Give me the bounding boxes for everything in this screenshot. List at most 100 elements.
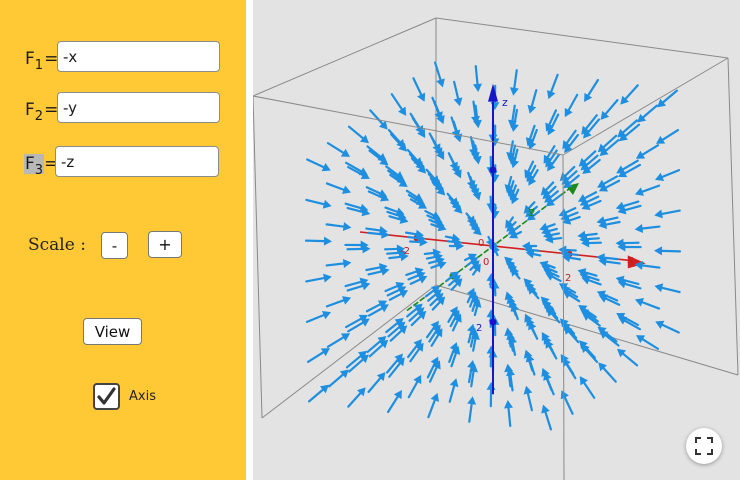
field-arrow (655, 128, 680, 144)
scale-decrease-button[interactable]: - (101, 232, 128, 259)
field-arrow (306, 348, 331, 364)
field-arrow (325, 259, 352, 268)
field-arrow (560, 354, 575, 376)
field-arrow (467, 396, 477, 423)
view-button[interactable]: View (83, 318, 142, 345)
field-arrow (654, 209, 681, 219)
field-arrow (447, 152, 458, 171)
bounding-box-front (253, 57, 739, 480)
field-arrow (406, 148, 423, 167)
field-arrow (579, 376, 596, 399)
field-arrow (540, 181, 555, 196)
y-tick-2: 2 (529, 208, 535, 219)
field-arrow (657, 89, 679, 108)
field-arrow (635, 335, 660, 350)
field-arrow (466, 171, 476, 190)
field-arrow (386, 390, 402, 414)
graphics-3d-view[interactable]: x y z 0 0 2 -2 2 2 (253, 0, 740, 480)
field-arrow (654, 168, 681, 182)
f2-label: F2= (25, 100, 59, 124)
z-axis-arrowhead (488, 83, 498, 102)
field-arrow (635, 144, 660, 159)
field-arrow (634, 298, 661, 310)
f1-input[interactable] (57, 41, 220, 72)
scale-label: Scale : (28, 235, 86, 255)
axis-checkbox[interactable] (93, 383, 120, 410)
field-arrow (541, 367, 553, 392)
field-arrow (634, 184, 661, 196)
x-tick-2: 2 (565, 273, 571, 284)
panel-divider (246, 0, 253, 480)
field-arrow (600, 99, 619, 120)
field-arrow (523, 385, 533, 412)
field-arrow (306, 158, 331, 172)
scale-increase-button[interactable]: + (148, 231, 182, 258)
field-arrow (347, 125, 370, 144)
field-arrow (325, 182, 352, 194)
field-arrow (387, 128, 405, 148)
field-arrow (453, 80, 463, 107)
field-arrow (579, 340, 597, 359)
field-arrow (412, 77, 426, 102)
field-arrow (388, 289, 409, 301)
field-arrow (472, 64, 482, 92)
field-arrow (564, 93, 579, 118)
field-arrow (367, 372, 386, 393)
z-tick-mark-2 (489, 166, 497, 174)
fullscreen-button[interactable] (686, 428, 722, 464)
field-arrow (409, 112, 424, 135)
field-arrow (433, 61, 445, 88)
f3-input[interactable] (55, 146, 219, 177)
z-axis-label: z (502, 96, 508, 109)
field-arrow (504, 400, 514, 428)
field-arrow (448, 378, 459, 403)
field-arrow (560, 390, 574, 415)
field-arrow (634, 224, 661, 233)
field-arrow (368, 149, 389, 166)
field-arrow (541, 404, 553, 431)
field-arrow (305, 198, 332, 209)
control-panel: F1= F2= F3= Scale : - + View Axis (0, 0, 246, 480)
field-arrow (620, 84, 639, 105)
f2-input[interactable] (57, 92, 220, 123)
field-arrow (305, 310, 332, 324)
f3-label: F3= (24, 154, 59, 178)
vector-field-plot[interactable]: x y z 0 0 2 -2 2 2 (253, 0, 740, 480)
field-arrow (654, 283, 681, 294)
f1-label: F1= (25, 49, 59, 73)
field-arrow (326, 333, 351, 348)
field-arrow (655, 320, 680, 334)
field-arrow (486, 381, 496, 408)
field-arrow (616, 348, 639, 367)
field-arrow (509, 69, 519, 96)
field-arrow (598, 362, 617, 383)
field-arrow (584, 78, 600, 102)
bounding-box-back (253, 17, 739, 419)
field-arrow (654, 246, 682, 256)
field-arrow (307, 384, 329, 403)
field-arrow (326, 142, 351, 157)
x-axis-label: x (627, 253, 634, 266)
axis-label: Axis (129, 389, 156, 404)
z-tick-2: 2 (476, 323, 482, 334)
field-arrow (347, 387, 366, 408)
checkmark-icon (97, 387, 116, 405)
field-arrow (527, 89, 538, 114)
y-origin-tick: 0 (483, 257, 489, 268)
field-arrow (325, 222, 352, 232)
z-tick-mark-neg2 (489, 318, 497, 326)
field-arrow (427, 392, 439, 419)
field-arrow (428, 132, 441, 153)
field-arrow (547, 73, 559, 100)
field-arrow (637, 104, 658, 123)
field-arrow (431, 96, 443, 121)
fullscreen-icon (695, 437, 713, 455)
field-arrow (304, 236, 332, 246)
field-arrow (577, 191, 598, 203)
field-arrow (325, 296, 352, 308)
field-arrow (366, 145, 387, 162)
field-arrow (390, 93, 407, 116)
field-arrow (328, 369, 349, 388)
field-arrow (305, 273, 332, 283)
field-arrow (407, 374, 422, 399)
